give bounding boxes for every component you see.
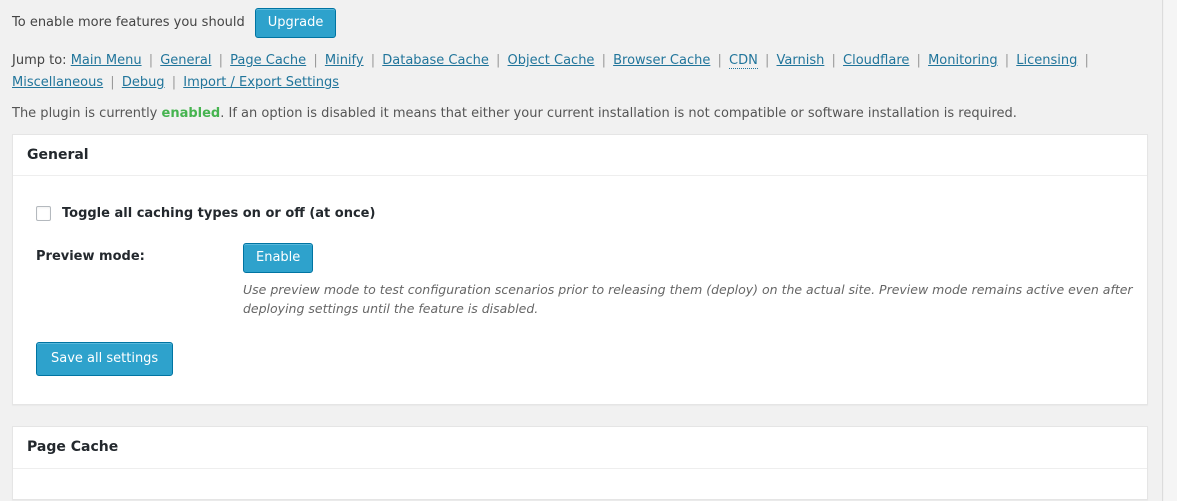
toggle-all-caching-checkbox[interactable] xyxy=(36,205,51,221)
page-right-gutter xyxy=(1164,0,1177,501)
jump-link-separator: | xyxy=(831,53,836,68)
jump-link-separator: | xyxy=(171,75,177,90)
status-badge: enabled xyxy=(161,106,221,121)
jump-link-cdn[interactable]: CDN xyxy=(729,53,758,69)
preview-mode-label: Preview mode: xyxy=(36,248,145,264)
page-cache-panel-body xyxy=(13,469,1147,499)
upgrade-notice: To enable more features you should Upgra… xyxy=(0,0,1162,47)
jump-link-separator: | xyxy=(218,53,223,68)
save-all-settings-button[interactable]: Save all settings xyxy=(36,342,174,377)
jump-link-object-cache[interactable]: Object Cache xyxy=(508,53,595,68)
jump-link-separator: | xyxy=(1004,53,1010,68)
preview-mode-field: Enable Use preview mode to test configur… xyxy=(243,242,1135,319)
jump-link-page-cache[interactable]: Page Cache xyxy=(230,53,306,68)
preview-mode-enable-button[interactable]: Enable xyxy=(243,242,314,273)
toggle-all-caching-row[interactable]: Toggle all caching types on or off (at o… xyxy=(25,190,1135,231)
general-panel-body: Toggle all caching types on or off (at o… xyxy=(13,176,1147,405)
jump-link-monitoring[interactable]: Monitoring xyxy=(928,53,998,68)
status-suffix: . If an option is disabled it means that… xyxy=(220,106,1017,121)
jump-link-separator: | xyxy=(110,75,115,90)
jump-link-import-export-settings[interactable]: Import / Export Settings xyxy=(183,75,339,90)
jump-to-links: Main Menu | General | Page Cache | Minif… xyxy=(12,53,1092,90)
jump-link-separator: | xyxy=(601,53,606,68)
upgrade-button[interactable]: Upgrade xyxy=(254,8,337,38)
save-all-settings-row: Save all settings xyxy=(25,324,1135,394)
preview-mode-help-text: Use preview mode to test configuration s… xyxy=(243,281,1133,317)
jump-link-separator: | xyxy=(764,53,770,68)
jump-link-debug[interactable]: Debug xyxy=(122,75,165,90)
jump-link-cloudflare[interactable]: Cloudflare xyxy=(843,53,909,68)
jump-link-separator: | xyxy=(496,53,501,68)
jump-link-varnish[interactable]: Varnish xyxy=(777,53,825,68)
jump-to-nav: Jump to: Main Menu | General | Page Cach… xyxy=(0,47,1162,98)
jump-link-separator: | xyxy=(370,53,376,68)
general-panel: General Toggle all caching types on or o… xyxy=(12,133,1148,406)
page-cache-panel-title: Page Cache xyxy=(13,427,1147,469)
plugin-status-line: The plugin is currently enabled. If an o… xyxy=(0,98,1162,134)
jump-link-separator: | xyxy=(916,53,921,68)
general-panel-title: General xyxy=(13,135,1147,176)
preview-mode-row: Preview mode: Enable Use preview mode to… xyxy=(25,231,1135,325)
jump-link-licensing[interactable]: Licensing xyxy=(1016,53,1077,68)
jump-link-database-cache[interactable]: Database Cache xyxy=(382,53,489,68)
status-prefix: The plugin is currently xyxy=(12,106,162,121)
jump-link-general[interactable]: General xyxy=(160,53,211,68)
toggle-all-caching-label[interactable]: Toggle all caching types on or off (at o… xyxy=(62,206,375,221)
admin-page: To enable more features you should Upgra… xyxy=(0,0,1163,501)
jump-link-main-menu[interactable]: Main Menu xyxy=(71,53,142,68)
jump-link-separator: | xyxy=(717,53,722,68)
jump-link-minify[interactable]: Minify xyxy=(325,53,364,68)
jump-link-browser-cache[interactable]: Browser Cache xyxy=(613,53,710,68)
jump-link-separator: | xyxy=(148,53,154,68)
jump-link-miscellaneous[interactable]: Miscellaneous xyxy=(12,75,103,90)
jump-to-label: Jump to: xyxy=(12,53,67,68)
upgrade-notice-text: To enable more features you should xyxy=(12,14,245,30)
jump-link-separator: | xyxy=(1084,53,1089,68)
page-cache-panel: Page Cache xyxy=(12,426,1148,500)
jump-link-separator: | xyxy=(313,53,318,68)
